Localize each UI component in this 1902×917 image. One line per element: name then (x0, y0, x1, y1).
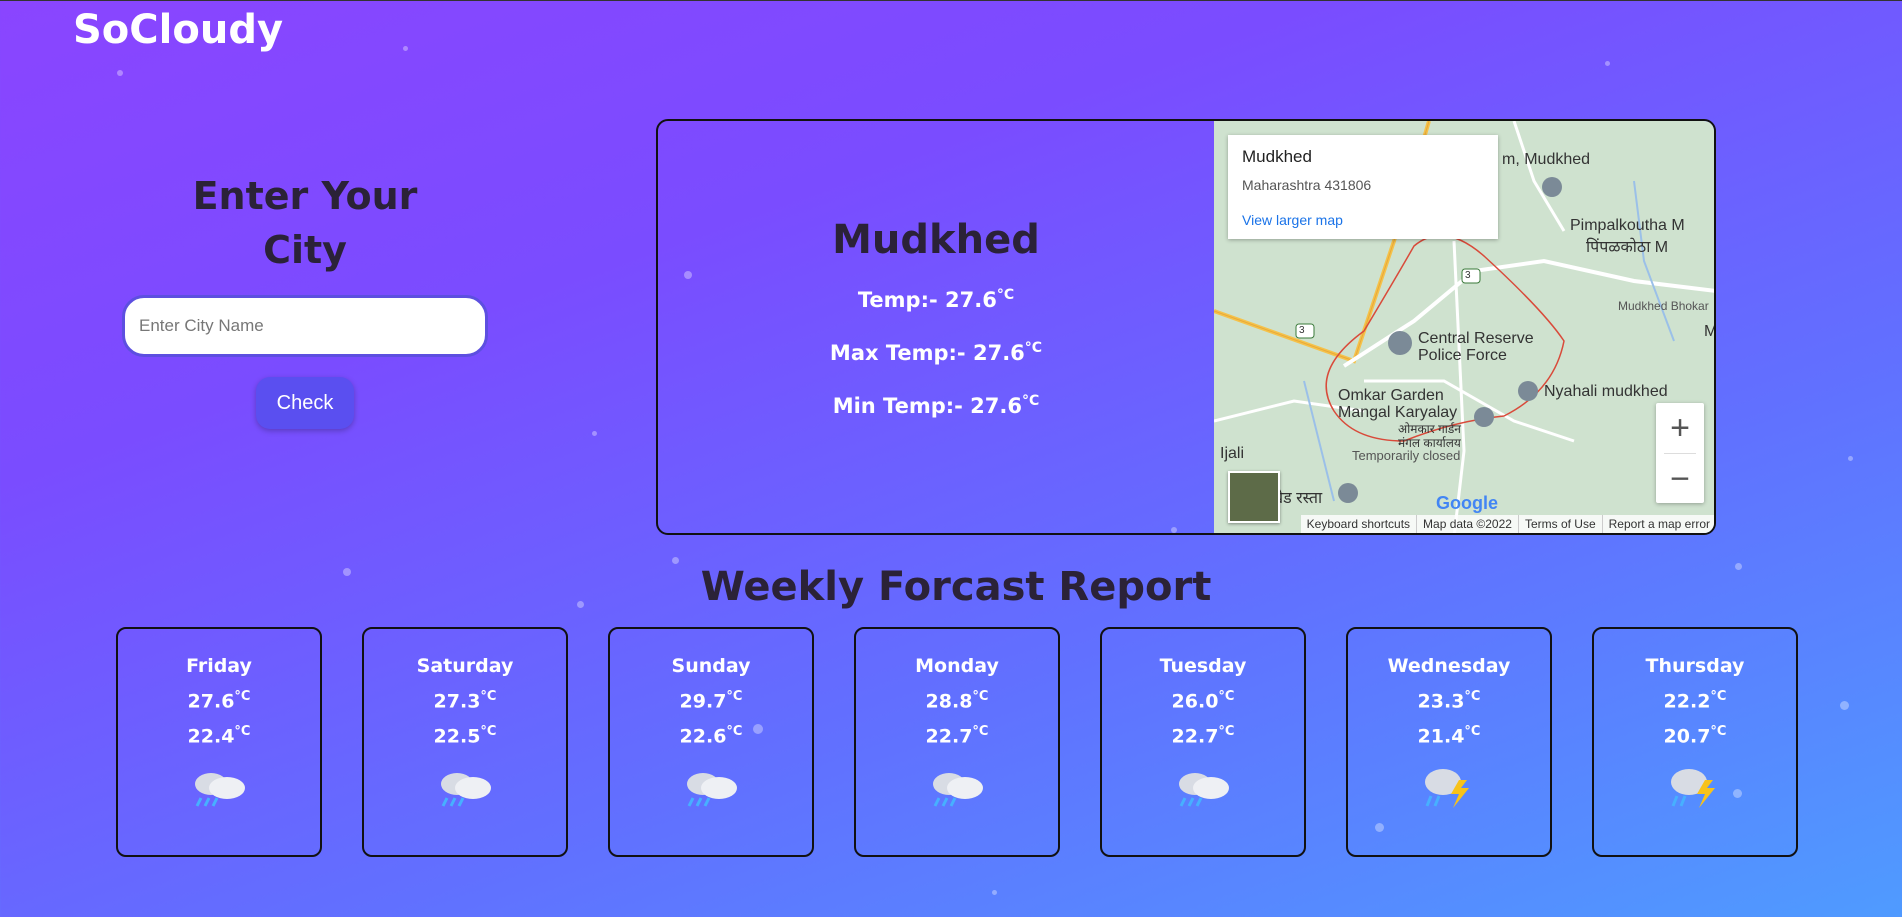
rain-cloud-icon (118, 760, 320, 808)
map-label: Pimpalkoutha M (1570, 217, 1685, 234)
city-search-input[interactable] (122, 295, 488, 357)
forecast-min-temp: 22.5°C (433, 724, 497, 748)
forecast-min-temp: 22.7°C (1171, 724, 1235, 748)
forecast-day: Monday (915, 655, 999, 677)
road-shield: 3 (1465, 270, 1471, 281)
road-shield: 3 (1299, 325, 1305, 336)
zoom-in-button[interactable]: + (1656, 403, 1704, 453)
map-label: M (1704, 323, 1716, 340)
forecast-max-temp: 23.3°C (1417, 689, 1481, 713)
forecast-card: Tuesday 26.0°C 22.7°C (1100, 627, 1306, 857)
map-attribution: Keyboard shortcuts Map data ©2022 Terms … (1300, 515, 1714, 533)
map-label: Police Force (1418, 347, 1507, 364)
zoom-out-button[interactable]: − (1656, 454, 1704, 504)
forecast-min-temp: 22.4°C (187, 724, 251, 748)
snow-dot (117, 70, 123, 76)
map-zoom-controls: + − (1656, 403, 1704, 503)
forecast-day: Thursday (1645, 655, 1745, 677)
map-label: Nyahali mudkhed (1544, 383, 1668, 400)
forecast-max-temp: 26.0°C (1171, 689, 1235, 713)
thunderstorm-icon (1594, 760, 1796, 808)
map-label: Ijali (1220, 445, 1245, 462)
check-button[interactable]: Check (256, 377, 354, 429)
current-temp: Temp:- 27.6°C (857, 287, 1015, 312)
brand-logo[interactable]: SoCloudy (73, 7, 283, 53)
report-map-error-link[interactable]: Report a map error (1601, 515, 1714, 533)
snow-dot (592, 431, 597, 436)
terms-of-use-link[interactable]: Terms of Use (1517, 515, 1602, 533)
forecast-min-temp: 21.4°C (1417, 724, 1481, 748)
forecast-day: Wednesday (1387, 655, 1511, 677)
keyboard-shortcuts-link[interactable]: Keyboard shortcuts (1301, 515, 1416, 533)
embedded-map[interactable]: 3 3 m, Mudkhed Pimpalkoutha M पिंपळकोठा … (1214, 121, 1716, 533)
search-heading-line1: Enter Your (192, 174, 418, 218)
map-data-text: Map data ©2022 (1416, 515, 1518, 533)
forecast-card: Wednesday 23.3°C 21.4°C (1346, 627, 1552, 857)
map-label: Central Reserve (1418, 330, 1534, 347)
forecast-card: Thursday 22.2°C 20.7°C (1592, 627, 1798, 857)
forecast-max-temp: 27.3°C (433, 689, 497, 713)
forecast-card: Saturday 27.3°C 22.5°C (362, 627, 568, 857)
thunderstorm-icon (1348, 760, 1550, 808)
forecast-day: Friday (186, 655, 252, 677)
forecast-min-temp: 22.6°C (679, 724, 743, 748)
map-label: m, Mudkhed (1502, 151, 1591, 168)
rain-cloud-icon (1102, 760, 1304, 808)
current-weather-card: Mudkhed Temp:- 27.6°C Max Temp:- 27.6°C … (656, 119, 1716, 535)
forecast-card: Friday 27.6°C 22.4°C (116, 627, 322, 857)
map-place-address: Maharashtra 431806 (1242, 177, 1372, 193)
snow-dot (1840, 701, 1849, 710)
snow-dot (1848, 456, 1853, 461)
max-temp: Max Temp:- 27.6°C (829, 340, 1043, 365)
forecast-day: Saturday (416, 655, 514, 677)
rain-cloud-icon (856, 760, 1058, 808)
rain-cloud-icon (364, 760, 566, 808)
snow-dot (672, 557, 679, 564)
map-info-card: Mudkhed Maharashtra 431806 View larger m… (1228, 135, 1498, 239)
forecast-max-temp: 28.8°C (925, 689, 989, 713)
current-weather: Mudkhed Temp:- 27.6°C Max Temp:- 27.6°C … (658, 121, 1214, 533)
map-label: Omkar Garden (1338, 387, 1444, 404)
snow-dot (403, 46, 408, 51)
forecast-card: Monday 28.8°C 22.7°C (854, 627, 1060, 857)
forecast-max-temp: 22.2°C (1663, 689, 1727, 713)
min-temp: Min Temp:- 27.6°C (832, 393, 1040, 418)
search-heading: Enter Your City (122, 169, 488, 277)
view-larger-map-link[interactable]: View larger map (1242, 212, 1343, 228)
forecast-day: Tuesday (1159, 655, 1247, 677)
forecast-card: Sunday 29.7°C 22.6°C (608, 627, 814, 857)
city-name: Mudkhed (832, 217, 1040, 263)
map-label: Mudkhed Bhokar (1618, 299, 1709, 313)
forecast-max-temp: 29.7°C (679, 689, 743, 713)
search-heading-line2: City (263, 228, 347, 272)
forecast-min-temp: 22.7°C (925, 724, 989, 748)
map-label: Temporarily closed (1352, 448, 1461, 463)
map-label: पिंपळकोठा M (1586, 239, 1669, 256)
rain-cloud-icon (610, 760, 812, 808)
forecast-min-temp: 20.7°C (1663, 724, 1727, 748)
weekly-forecast-title: Weekly Forcast Report (700, 564, 1212, 610)
map-place-name: Mudkhed (1242, 147, 1312, 166)
satellite-toggle[interactable] (1228, 471, 1280, 523)
forecast-max-temp: 27.6°C (187, 689, 251, 713)
snow-dot (992, 890, 997, 895)
city-search-panel: Enter Your City Check (122, 169, 488, 429)
google-logo: Google (1436, 493, 1498, 513)
snow-dot (1605, 61, 1610, 66)
forecast-day: Sunday (671, 655, 751, 677)
